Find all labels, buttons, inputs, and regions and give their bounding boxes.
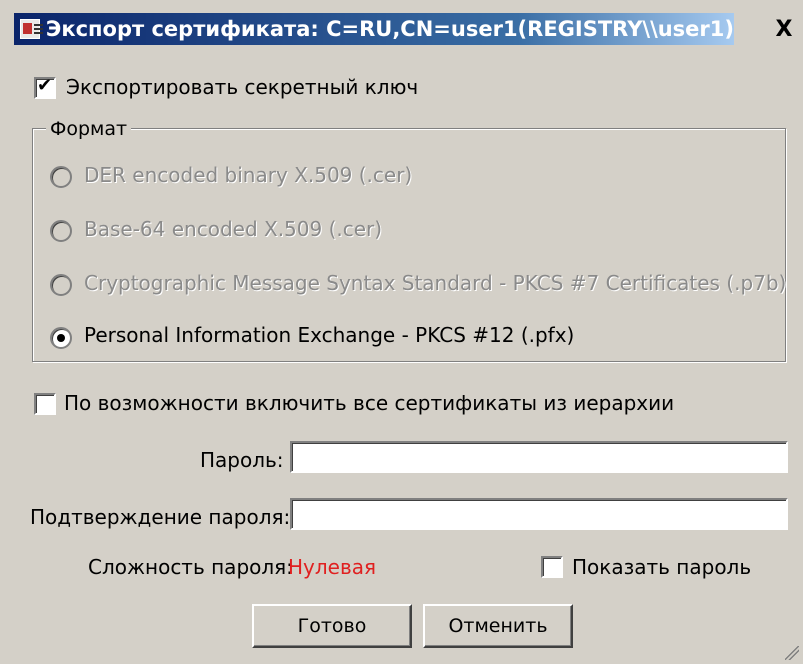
radio-base64-label[interactable]: Base-64 encoded X.509 (.cer) bbox=[84, 217, 382, 241]
password-input[interactable] bbox=[290, 441, 788, 473]
check-mark-icon: ✔ bbox=[37, 75, 53, 96]
radio-pkcs7-label[interactable]: Cryptographic Message Syntax Standard - … bbox=[84, 271, 786, 295]
title-bar: Экспорт сертификата: C=RU,CN=user1(REGIS… bbox=[0, 0, 803, 56]
cancel-button[interactable]: Отменить bbox=[423, 604, 573, 648]
window-title: Экспорт сертификата: C=RU,CN=user1(REGIS… bbox=[45, 17, 734, 41]
close-icon: X bbox=[775, 16, 793, 42]
strength-value: Нулевая bbox=[288, 555, 377, 579]
resize-grip-icon[interactable] bbox=[785, 646, 799, 660]
export-key-label[interactable]: Экспортировать секретный ключ bbox=[66, 75, 418, 99]
show-password-checkbox[interactable] bbox=[541, 556, 563, 578]
certificate-icon bbox=[20, 19, 43, 39]
include-all-label[interactable]: По возможности включить все сертификаты … bbox=[64, 391, 674, 415]
radio-pkcs12[interactable] bbox=[50, 327, 72, 349]
confirm-password-input[interactable] bbox=[290, 498, 788, 530]
confirm-password-label: Подтверждение пароля: bbox=[30, 505, 291, 529]
radio-der[interactable] bbox=[50, 166, 72, 188]
export-key-checkbox[interactable]: ✔ bbox=[34, 75, 56, 99]
radio-pkcs7[interactable] bbox=[50, 274, 72, 296]
radio-selected-dot bbox=[57, 334, 65, 342]
radio-pkcs12-label[interactable]: Personal Information Exchange - PKCS #12… bbox=[84, 323, 574, 347]
ok-button[interactable]: Готово bbox=[252, 604, 412, 648]
password-label: Пароль: bbox=[200, 448, 284, 472]
format-group-title: Формат bbox=[46, 118, 132, 140]
include-all-checkbox[interactable] bbox=[34, 393, 56, 415]
show-password-label[interactable]: Показать пароль bbox=[572, 555, 751, 579]
strength-label: Сложность пароля: bbox=[88, 555, 293, 579]
title-bar-active[interactable]: Экспорт сертификата: C=RU,CN=user1(REGIS… bbox=[14, 13, 734, 45]
radio-der-label[interactable]: DER encoded binary X.509 (.cer) bbox=[84, 163, 412, 187]
close-button[interactable]: X bbox=[768, 14, 800, 44]
radio-base64[interactable] bbox=[50, 220, 72, 242]
